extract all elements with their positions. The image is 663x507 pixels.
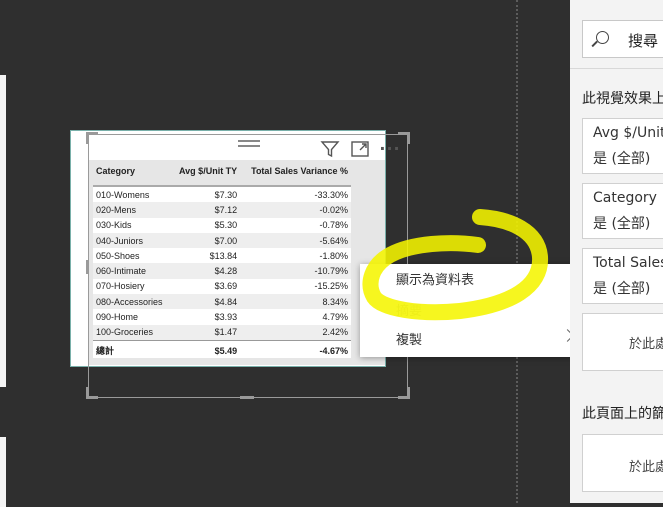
filter-value-label: 是 (全部) (593, 216, 651, 232)
context-menu: 顯示為資料表 摘要 複製 (360, 264, 586, 357)
cell-variance: -33.30% (240, 186, 351, 203)
drop-zone-label: 於此處 (629, 460, 663, 475)
visual-filters-title: 此視覺效果上 (582, 91, 663, 107)
column-header-category[interactable]: Category (93, 162, 171, 186)
drag-grip-icon[interactable] (238, 140, 260, 150)
cell-variance: -1.80% (240, 248, 351, 264)
pane-divider (570, 68, 663, 69)
cell-avg-unit: $3.69 (171, 278, 241, 295)
cell-variance: 2.42% (240, 324, 351, 341)
cell-variance: -0.78% (240, 217, 351, 233)
filter-field-label: Category (593, 190, 657, 206)
focus-mode-icon[interactable] (349, 139, 371, 159)
cell-avg-unit: $5.30 (171, 217, 241, 233)
filter-value-label: 是 (全部) (593, 281, 651, 297)
table-total-row: 總計 $5.49 -4.67% (93, 339, 351, 359)
cell-category: 040-Juniors (93, 232, 172, 249)
filter-card-avg-unit[interactable]: Avg $/Unit 是 (全部) (582, 118, 663, 174)
resize-handle[interactable] (407, 387, 410, 399)
page-boundary-line (516, 0, 518, 503)
table-row[interactable]: 080-Accessories $4.84 8.34% (93, 294, 351, 310)
filter-field-label: Avg $/Unit (593, 125, 663, 141)
filter-field-label: Total Sales (593, 255, 663, 271)
search-input[interactable]: 搜尋 (582, 20, 663, 58)
menu-item-show-as-table[interactable]: 顯示為資料表 (396, 270, 474, 292)
resize-handle[interactable] (240, 396, 254, 399)
cell-category: 050-Shoes (93, 248, 172, 264)
cell-variance: 8.34% (240, 294, 351, 310)
search-icon (596, 31, 609, 44)
cell-variance: -15.25% (240, 278, 351, 295)
filters-pane: 搜尋 此視覺效果上 Avg $/Unit 是 (全部) Category 是 (… (570, 0, 663, 503)
filter-value-label: 是 (全部) (593, 151, 651, 167)
table-row[interactable]: 100-Groceries $1.47 2.42% (93, 324, 351, 341)
canvas-edge-lower (0, 437, 6, 507)
filter-card-total-sales[interactable]: Total Sales 是 (全部) (582, 248, 663, 304)
visual-filter-drop-zone[interactable]: 於此處 (582, 313, 663, 371)
cell-variance: 4.79% (240, 309, 351, 325)
resize-handle[interactable] (86, 260, 89, 274)
cell-avg-unit: $7.30 (171, 186, 241, 203)
menu-item-copy[interactable]: 複製 (396, 330, 422, 352)
cell-category: 020-Mens (93, 202, 172, 218)
cell-variance: -10.79% (240, 263, 351, 279)
column-header-avg-unit[interactable]: Avg $/Unit TY (171, 162, 240, 186)
canvas-edge (0, 75, 6, 387)
table-row[interactable]: 070-Hosiery $3.69 -15.25% (93, 278, 351, 295)
cell-category: 080-Accessories (93, 294, 172, 310)
filter-icon[interactable] (319, 139, 341, 159)
cell-avg-unit: $4.84 (171, 294, 241, 310)
cell-variance: -0.02% (240, 202, 351, 218)
table-row[interactable]: 030-Kids $5.30 -0.78% (93, 217, 351, 233)
table-row[interactable]: 060-Intimate $4.28 -10.79% (93, 263, 351, 279)
cell-category: 070-Hosiery (93, 278, 172, 295)
page-filter-drop-zone[interactable]: 於此處 (582, 434, 663, 492)
cell-category: 030-Kids (93, 217, 172, 233)
cell-avg-unit: $7.00 (171, 232, 241, 249)
menu-item-summarize: 摘要 (396, 304, 423, 319)
table-row[interactable]: 040-Juniors $7.00 -5.64% (93, 232, 351, 249)
more-options-icon[interactable]: ··· (379, 139, 401, 159)
table-row[interactable]: 090-Home $3.93 4.79% (93, 309, 351, 325)
cell-avg-unit: $1.47 (171, 324, 241, 341)
page-filters-title: 此頁面上的篩 (582, 406, 663, 422)
search-placeholder: 搜尋 (628, 32, 659, 50)
cell-category: 010-Womens (93, 186, 172, 203)
data-table: Category Avg $/Unit TY Total Sales Varia… (93, 162, 351, 359)
cell-avg-unit: $4.28 (171, 263, 241, 279)
column-header-sales-variance[interactable]: Total Sales Variance % (240, 162, 351, 186)
cell-category: 090-Home (93, 309, 172, 325)
resize-handle[interactable] (86, 132, 89, 144)
resize-handle[interactable] (86, 387, 89, 399)
table-row[interactable]: 050-Shoes $13.84 -1.80% (93, 248, 351, 264)
cell-avg-unit: $3.93 (171, 309, 241, 325)
resize-handle[interactable] (407, 132, 410, 144)
cell-avg-unit: $13.84 (171, 248, 241, 264)
cell-category: 060-Intimate (93, 263, 172, 279)
table-row[interactable]: 020-Mens $7.12 -0.02% (93, 202, 351, 218)
total-label: 總計 (93, 339, 172, 359)
cell-avg-unit: $7.12 (171, 202, 241, 218)
filter-card-category[interactable]: Category 是 (全部) (582, 183, 663, 239)
table-header-row: Category Avg $/Unit TY Total Sales Varia… (93, 162, 351, 186)
cell-category: 100-Groceries (93, 324, 172, 341)
cell-variance: -5.64% (240, 232, 351, 249)
drop-zone-label: 於此處 (629, 337, 663, 352)
table-row[interactable]: 010-Womens $7.30 -33.30% (93, 186, 351, 203)
total-avg-unit: $5.49 (171, 339, 241, 359)
total-variance: -4.67% (240, 339, 351, 359)
